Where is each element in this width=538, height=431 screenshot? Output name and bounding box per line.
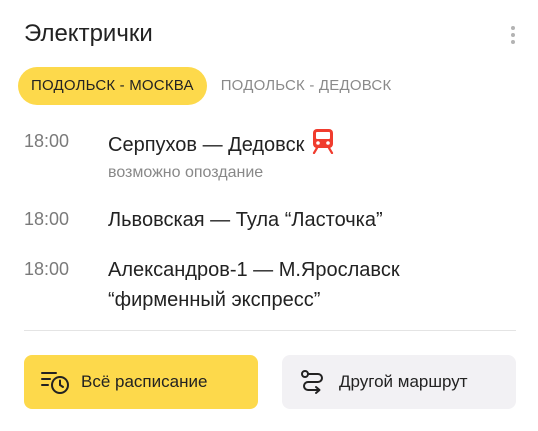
departure-time: 18:00 — [24, 131, 70, 151]
route-name: Серпухов — Дедовск — [108, 128, 334, 162]
full-schedule-button[interactable]: Всё расписание — [24, 355, 258, 409]
tab-podolsk-dedovsk[interactable]: ПОДОЛЬСК - ДЕДОВСК — [207, 67, 405, 105]
route-text: Серпухов — Дедовск — [108, 134, 305, 156]
route-name-line1: Александров-1 — М.Ярославск — [108, 259, 400, 281]
divider — [24, 330, 516, 331]
route-name: Львовская — Тула “Ласточка” — [108, 209, 383, 231]
route-name-line2: “фирменный экспресс” — [108, 289, 321, 311]
direction-tabs: ПОДОЛЬСК - МОСКВА ПОДОЛЬСК - ДЕДОВСК — [18, 67, 404, 105]
route-icon — [297, 367, 329, 397]
other-route-label: Другой маршрут — [339, 372, 468, 391]
full-schedule-label: Всё расписание — [81, 372, 208, 391]
widget-title: Электрички — [24, 20, 153, 47]
more-vertical-icon[interactable] — [506, 24, 520, 46]
other-route-button[interactable]: Другой маршрут — [282, 355, 516, 409]
departure-time: 18:00 — [24, 209, 70, 229]
tab-podolsk-moscow[interactable]: ПОДОЛЬСК - МОСКВА — [18, 67, 207, 105]
delay-note: возможно опоздание — [108, 164, 264, 181]
train-icon — [312, 128, 334, 162]
departure-time: 18:00 — [24, 259, 70, 279]
schedule-clock-icon — [39, 367, 71, 397]
